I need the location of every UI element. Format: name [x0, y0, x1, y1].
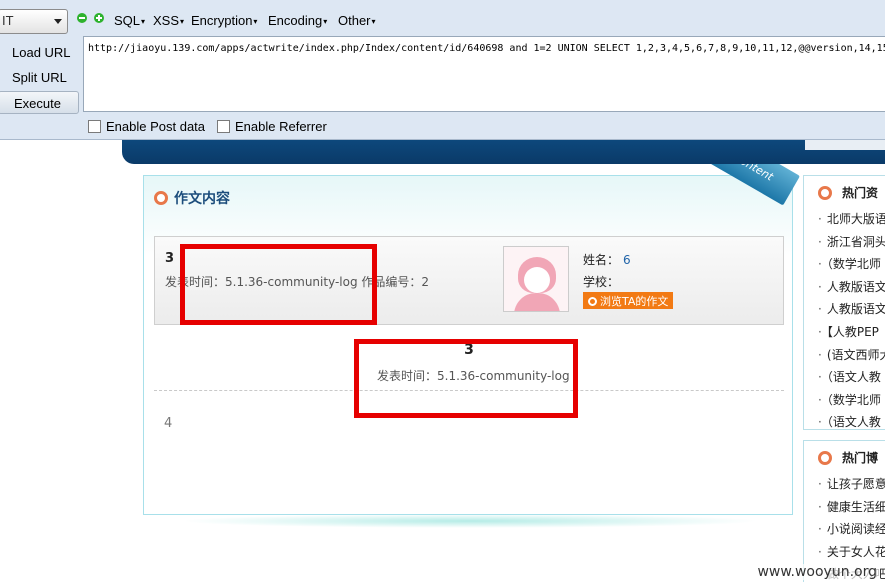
menu-encryption[interactable]: Encryption▾ [191, 13, 257, 28]
hot-blog-link[interactable]: 小说阅读经 [818, 520, 885, 543]
hot-blogs-panel: 热门博 让孩子愿意健康生活细小说阅读经关于女人花做个大人吧 [803, 440, 885, 582]
author-box-number: 3 [165, 251, 175, 266]
chevron-down-icon [54, 19, 62, 24]
hot-resource-link[interactable]: （数学北师 [818, 255, 885, 278]
plus-icon[interactable] [94, 13, 104, 23]
enable-referrer-label: Enable Referrer [235, 119, 327, 134]
hot-blogs-title: 热门博 [842, 451, 879, 465]
author-name-label: 姓名： [583, 253, 620, 267]
hot-resources-panel: 热门资 北师大版语浙江省洞头（数学北师人教版语文人教版语文【人教PEP(语文西师… [803, 175, 885, 430]
menu-encryption-label: Encryption [191, 13, 253, 28]
author-school-label: 学校： [583, 275, 620, 289]
enable-referrer-checkbox[interactable]: Enable Referrer [217, 119, 327, 134]
checkbox-box[interactable] [217, 120, 230, 133]
view-works-button[interactable]: 浏览TA的作文 [583, 292, 674, 309]
hot-resource-link[interactable]: （数学北师 [818, 391, 885, 414]
watermark: www.wooyun.org [755, 564, 879, 580]
menu-xss-label: XSS [153, 13, 180, 28]
menu-other[interactable]: Other▾ [338, 13, 376, 28]
hot-resource-link[interactable]: 【人教PEP [818, 323, 885, 346]
hackbar-toolbar: IT SQL▾ XSS▾ Encryption▾ Encoding▾ Other… [0, 0, 885, 140]
hackbar-select[interactable]: IT [0, 9, 68, 34]
circle-bullet-icon [154, 191, 168, 205]
hot-resource-link[interactable]: 北师大版语 [818, 210, 885, 233]
hot-resource-link[interactable]: 人教版语文 [818, 278, 885, 301]
panel-title: 作文内容 [174, 191, 230, 207]
menu-xss[interactable]: XSS▾ [153, 13, 184, 28]
avatar-face [524, 267, 550, 293]
menu-sql[interactable]: SQL▾ [114, 13, 145, 28]
article-body: 4 [164, 416, 173, 431]
avatar[interactable] [503, 246, 569, 312]
menu-encoding-label: Encoding [268, 13, 323, 28]
circle-bullet-icon [818, 186, 832, 200]
hot-blog-link[interactable]: 让孩子愿意 [818, 475, 885, 498]
split-url-button[interactable]: Split URL [0, 66, 79, 89]
highlight-box [180, 244, 377, 325]
circle-bullet-icon [818, 451, 832, 465]
url-input[interactable]: http://jiaoyu.139.com/apps/actwrite/inde… [83, 36, 885, 112]
highlight-box [354, 339, 578, 418]
menu-other-label: Other [338, 13, 371, 28]
hot-resource-link[interactable]: （语文人教 [818, 413, 885, 436]
hot-resource-link[interactable]: 浙江省洞头 [818, 233, 885, 256]
author-name-value[interactable]: 6 [623, 253, 631, 267]
hot-blog-link[interactable]: 健康生活细 [818, 498, 885, 521]
hackbar-select-value: IT [2, 13, 14, 28]
execute-button[interactable]: Execute [0, 91, 79, 114]
hot-resources-list: 北师大版语浙江省洞头（数学北师人教版语文人教版语文【人教PEP(语文西师大（语文… [818, 210, 885, 436]
hot-resources-title: 热门资 [842, 186, 879, 200]
enable-post-label: Enable Post data [106, 119, 206, 134]
hot-resource-link[interactable]: 人教版语文 [818, 300, 885, 323]
menu-encoding[interactable]: Encoding▾ [268, 13, 327, 28]
magnifier-icon [588, 297, 597, 306]
hot-blog-link[interactable]: 关于女人花 [818, 543, 885, 566]
minus-icon[interactable] [77, 13, 87, 23]
menu-sql-label: SQL [114, 13, 141, 28]
hot-resource-link[interactable]: (语文西师大 [818, 346, 885, 369]
avatar-body [514, 293, 560, 311]
checkbox-box[interactable] [88, 120, 101, 133]
author-name: 姓名： 6 [583, 251, 631, 268]
view-works-label: 浏览TA的作文 [600, 295, 669, 308]
hot-resource-link[interactable]: （语文人教 [818, 368, 885, 391]
panel-shadow [180, 514, 760, 528]
enable-post-checkbox[interactable]: Enable Post data [88, 119, 205, 134]
load-url-button[interactable]: Load URL [0, 41, 79, 64]
